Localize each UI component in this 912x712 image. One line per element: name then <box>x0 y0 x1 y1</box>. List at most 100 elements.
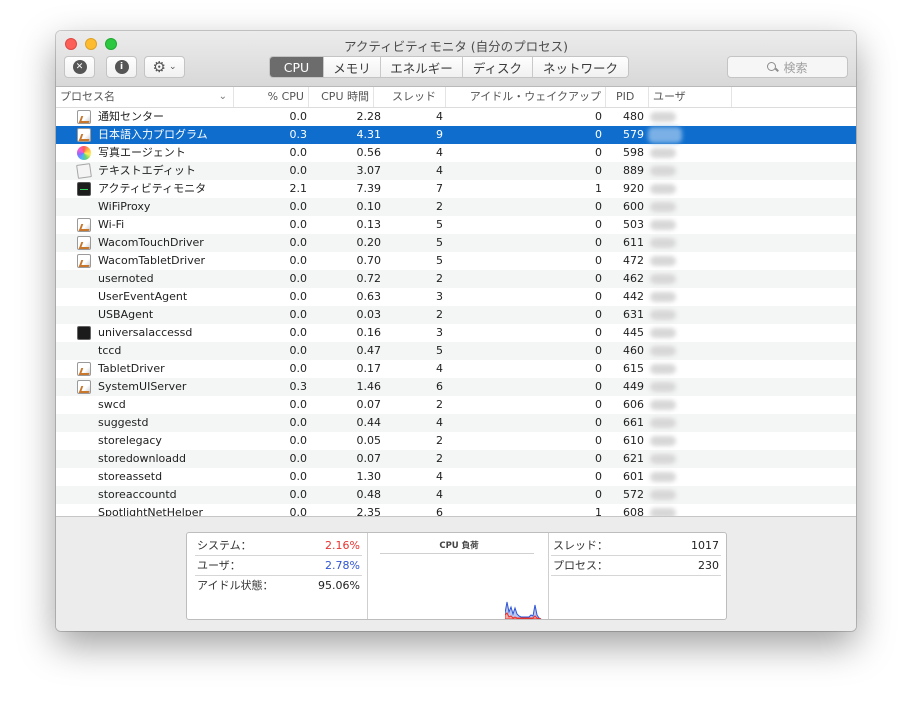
user-name-redacted <box>650 382 676 392</box>
table-row[interactable]: storelegacy 0.0 0.05 2 0 610 <box>56 432 856 450</box>
user-name-redacted <box>648 127 682 143</box>
idle-wakeups: 0 <box>595 380 602 393</box>
user-name-redacted <box>650 346 676 356</box>
threads-stat: スレッド： 1017 <box>551 536 721 556</box>
tab-disk[interactable]: ディスク <box>462 57 532 77</box>
column-header-idle-wakeups[interactable]: アイドル・ウェイクアップ <box>446 87 606 107</box>
process-name: WacomTouchDriver <box>98 236 204 249</box>
table-row[interactable]: SpotlightNetHelper 0.0 2.35 6 1 608 <box>56 504 856 516</box>
column-header-cpu-percent[interactable]: % CPU <box>234 87 309 107</box>
system-label: システム： <box>197 539 252 552</box>
idle-wakeups: 1 <box>595 182 602 195</box>
pid: 920 <box>623 182 644 195</box>
stop-process-button[interactable]: ✕ <box>64 56 95 78</box>
column-header-threads[interactable]: スレッド <box>374 87 446 107</box>
table-row[interactable]: universalaccessd 0.0 0.16 3 0 445 <box>56 324 856 342</box>
thread-count: 2 <box>436 398 443 411</box>
idle-stat: アイドル状態： 95.06% <box>195 576 362 596</box>
table-row[interactable]: 通知センター 0.0 2.28 4 0 480 <box>56 108 856 126</box>
table-row[interactable]: storeaccountd 0.0 0.48 4 0 572 <box>56 486 856 504</box>
tab-memory[interactable]: メモリ <box>323 57 380 77</box>
cpu-percent: 0.3 <box>289 380 308 393</box>
cpu-time: 0.16 <box>356 326 382 339</box>
terminal-icon <box>77 326 91 340</box>
idle-wakeups: 1 <box>595 506 602 516</box>
divider <box>548 533 549 619</box>
pid: 615 <box>623 362 644 375</box>
pid: 661 <box>623 416 644 429</box>
cpu-percent: 0.0 <box>289 344 308 357</box>
thread-count: 6 <box>436 506 443 516</box>
tab-energy[interactable]: エネルギー <box>380 57 462 77</box>
cpu-percent: 0.3 <box>289 128 308 141</box>
cpu-percent: 0.0 <box>289 326 308 339</box>
table-row[interactable]: suggestd 0.0 0.44 4 0 661 <box>56 414 856 432</box>
idle-wakeups: 0 <box>595 488 602 501</box>
user-name-redacted <box>650 148 676 158</box>
table-row[interactable]: Wi-Fi 0.0 0.13 5 0 503 <box>56 216 856 234</box>
tab-network[interactable]: ネットワーク <box>532 57 628 77</box>
column-header-pid[interactable]: PID <box>606 87 649 107</box>
chevron-down-icon: ⌄ <box>218 91 227 102</box>
search-field[interactable]: 検索 <box>727 56 848 78</box>
table-row[interactable]: storedownloadd 0.0 0.07 2 0 621 <box>56 450 856 468</box>
inspect-process-button[interactable]: i <box>106 56 137 78</box>
cpu-time: 0.07 <box>356 398 382 411</box>
pid: 611 <box>623 236 644 249</box>
thread-count: 4 <box>436 470 443 483</box>
cpu-percent: 0.0 <box>289 272 308 285</box>
idle-wakeups: 0 <box>595 470 602 483</box>
idle-wakeups: 0 <box>595 308 602 321</box>
table-row[interactable]: SystemUIServer 0.3 1.46 6 0 449 <box>56 378 856 396</box>
thread-count: 4 <box>436 110 443 123</box>
column-header-cpu-time[interactable]: CPU 時間 <box>309 87 374 107</box>
user-name-redacted <box>650 220 676 230</box>
system-stat: システム： 2.16% <box>195 536 362 556</box>
table-row[interactable]: WiFiProxy 0.0 0.10 2 0 600 <box>56 198 856 216</box>
user-name-redacted <box>650 202 676 212</box>
user-name-redacted <box>650 184 676 194</box>
cpu-time: 0.47 <box>356 344 382 357</box>
process-name: 通知センター <box>98 110 164 123</box>
table-row[interactable]: 日本語入力プログラム 0.3 4.31 9 0 579 <box>56 126 856 144</box>
cpu-time: 4.31 <box>356 128 382 141</box>
table-row[interactable]: WacomTabletDriver 0.0 0.70 5 0 472 <box>56 252 856 270</box>
summary-area: システム： 2.16% ユーザ： 2.78% アイドル状態： 95.06% CP… <box>56 516 856 631</box>
table-row[interactable]: usernoted 0.0 0.72 2 0 462 <box>56 270 856 288</box>
process-name: アクティビティモニタ <box>98 182 207 195</box>
pid: 460 <box>623 344 644 357</box>
thread-count: 5 <box>436 218 443 231</box>
tab-cpu[interactable]: CPU <box>270 57 323 77</box>
table-row[interactable]: USBAgent 0.0 0.03 2 0 631 <box>56 306 856 324</box>
column-header-process-name[interactable]: プロセス名 ⌄ <box>56 87 234 107</box>
pid: 472 <box>623 254 644 267</box>
user-name-redacted <box>650 436 676 446</box>
table-row[interactable]: WacomTouchDriver 0.0 0.20 5 0 611 <box>56 234 856 252</box>
process-list: 通知センター 0.0 2.28 4 0 480 日本語入力プログラム 0.3 4.31 9 0 579… <box>56 108 856 516</box>
thread-count: 5 <box>436 254 443 267</box>
thread-count: 2 <box>436 272 443 285</box>
process-name: 写真エージェント <box>98 146 186 159</box>
process-name: storeassetd <box>98 470 163 483</box>
table-row[interactable]: テキストエディット 0.0 3.07 4 0 889 <box>56 162 856 180</box>
thread-count: 4 <box>436 164 443 177</box>
user-name-redacted <box>650 256 676 266</box>
thread-count: 2 <box>436 308 443 321</box>
table-row[interactable]: swcd 0.0 0.07 2 0 606 <box>56 396 856 414</box>
cpu-time: 0.10 <box>356 200 382 213</box>
table-row[interactable]: アクティビティモニタ 2.1 7.39 7 1 920 <box>56 180 856 198</box>
process-name: storedownloadd <box>98 452 186 465</box>
action-menu-button[interactable]: ⚙ ⌄ <box>144 56 185 78</box>
cpu-percent: 2.1 <box>289 182 308 195</box>
cpu-percent: 0.0 <box>289 200 308 213</box>
user-name-redacted <box>650 328 676 338</box>
table-row[interactable]: tccd 0.0 0.47 5 0 460 <box>56 342 856 360</box>
table-row[interactable]: 写真エージェント 0.0 0.56 4 0 598 <box>56 144 856 162</box>
user-name-redacted <box>650 472 676 482</box>
pid: 610 <box>623 434 644 447</box>
gear-icon: ⚙ <box>152 57 166 76</box>
column-header-user[interactable]: ユーザ <box>649 87 732 107</box>
table-row[interactable]: TabletDriver 0.0 0.17 4 0 615 <box>56 360 856 378</box>
table-row[interactable]: UserEventAgent 0.0 0.63 3 0 442 <box>56 288 856 306</box>
table-row[interactable]: storeassetd 0.0 1.30 4 0 601 <box>56 468 856 486</box>
